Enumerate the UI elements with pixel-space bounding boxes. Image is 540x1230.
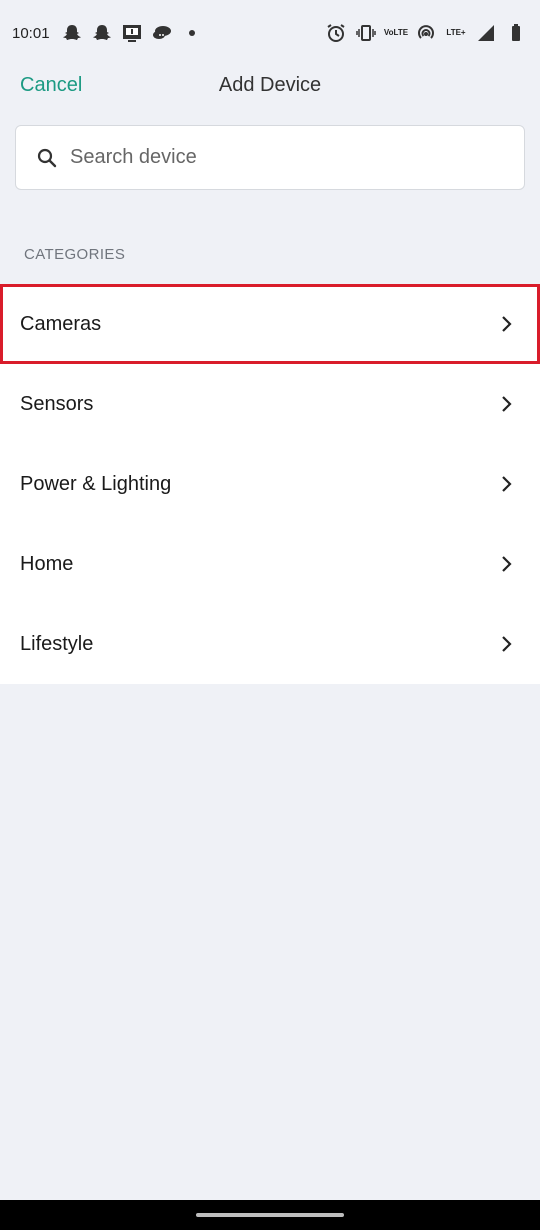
nav-bar: Cancel Add Device bbox=[0, 66, 540, 110]
category-label: Lifestyle bbox=[20, 632, 94, 655]
chevron-right-icon bbox=[502, 556, 512, 572]
category-item-cameras[interactable]: Cameras bbox=[0, 284, 540, 364]
status-bar: 10:01 VoLTE LTE+ bbox=[0, 0, 540, 66]
category-label: Sensors bbox=[20, 392, 94, 415]
category-item-sensors[interactable]: Sensors bbox=[0, 364, 540, 444]
category-label: Cameras bbox=[20, 312, 102, 335]
battery-icon bbox=[506, 23, 526, 43]
hotspot-icon bbox=[416, 23, 436, 43]
search-box[interactable] bbox=[15, 125, 525, 190]
signal-icon bbox=[476, 23, 496, 43]
category-list: Cameras Sensors Power & Lighting Home Li… bbox=[0, 284, 540, 684]
dot-icon bbox=[182, 23, 202, 43]
snapchat-icon bbox=[62, 23, 82, 43]
status-time: 10:01 bbox=[12, 24, 50, 42]
status-right: VoLTE LTE+ bbox=[326, 23, 526, 43]
categories-header: CATEGORIES bbox=[24, 246, 126, 263]
volte-icon: VoLTE bbox=[383, 28, 409, 37]
page-title: Add Device bbox=[218, 74, 322, 96]
screen-share-icon bbox=[122, 23, 142, 43]
chat-bubbles-icon bbox=[152, 23, 172, 43]
lte-signal-icon: LTE+ bbox=[446, 28, 466, 37]
status-left: 10:01 bbox=[12, 23, 202, 43]
category-item-home[interactable]: Home bbox=[0, 524, 540, 604]
chevron-right-icon bbox=[502, 636, 512, 652]
home-gesture-handle[interactable] bbox=[196, 1213, 344, 1217]
search-input[interactable] bbox=[70, 146, 490, 169]
chevron-right-icon bbox=[502, 476, 512, 492]
vibrate-icon bbox=[356, 23, 376, 43]
chevron-right-icon bbox=[502, 396, 512, 412]
category-item-power-lighting[interactable]: Power & Lighting bbox=[0, 444, 540, 524]
category-item-lifestyle[interactable]: Lifestyle bbox=[0, 604, 540, 684]
snapchat-icon bbox=[92, 23, 112, 43]
search-icon bbox=[37, 148, 57, 167]
chevron-right-icon bbox=[502, 316, 512, 332]
category-label: Power & Lighting bbox=[20, 472, 172, 495]
alarm-icon bbox=[326, 23, 346, 43]
gesture-nav-bar bbox=[0, 1200, 540, 1230]
category-label: Home bbox=[20, 552, 74, 575]
